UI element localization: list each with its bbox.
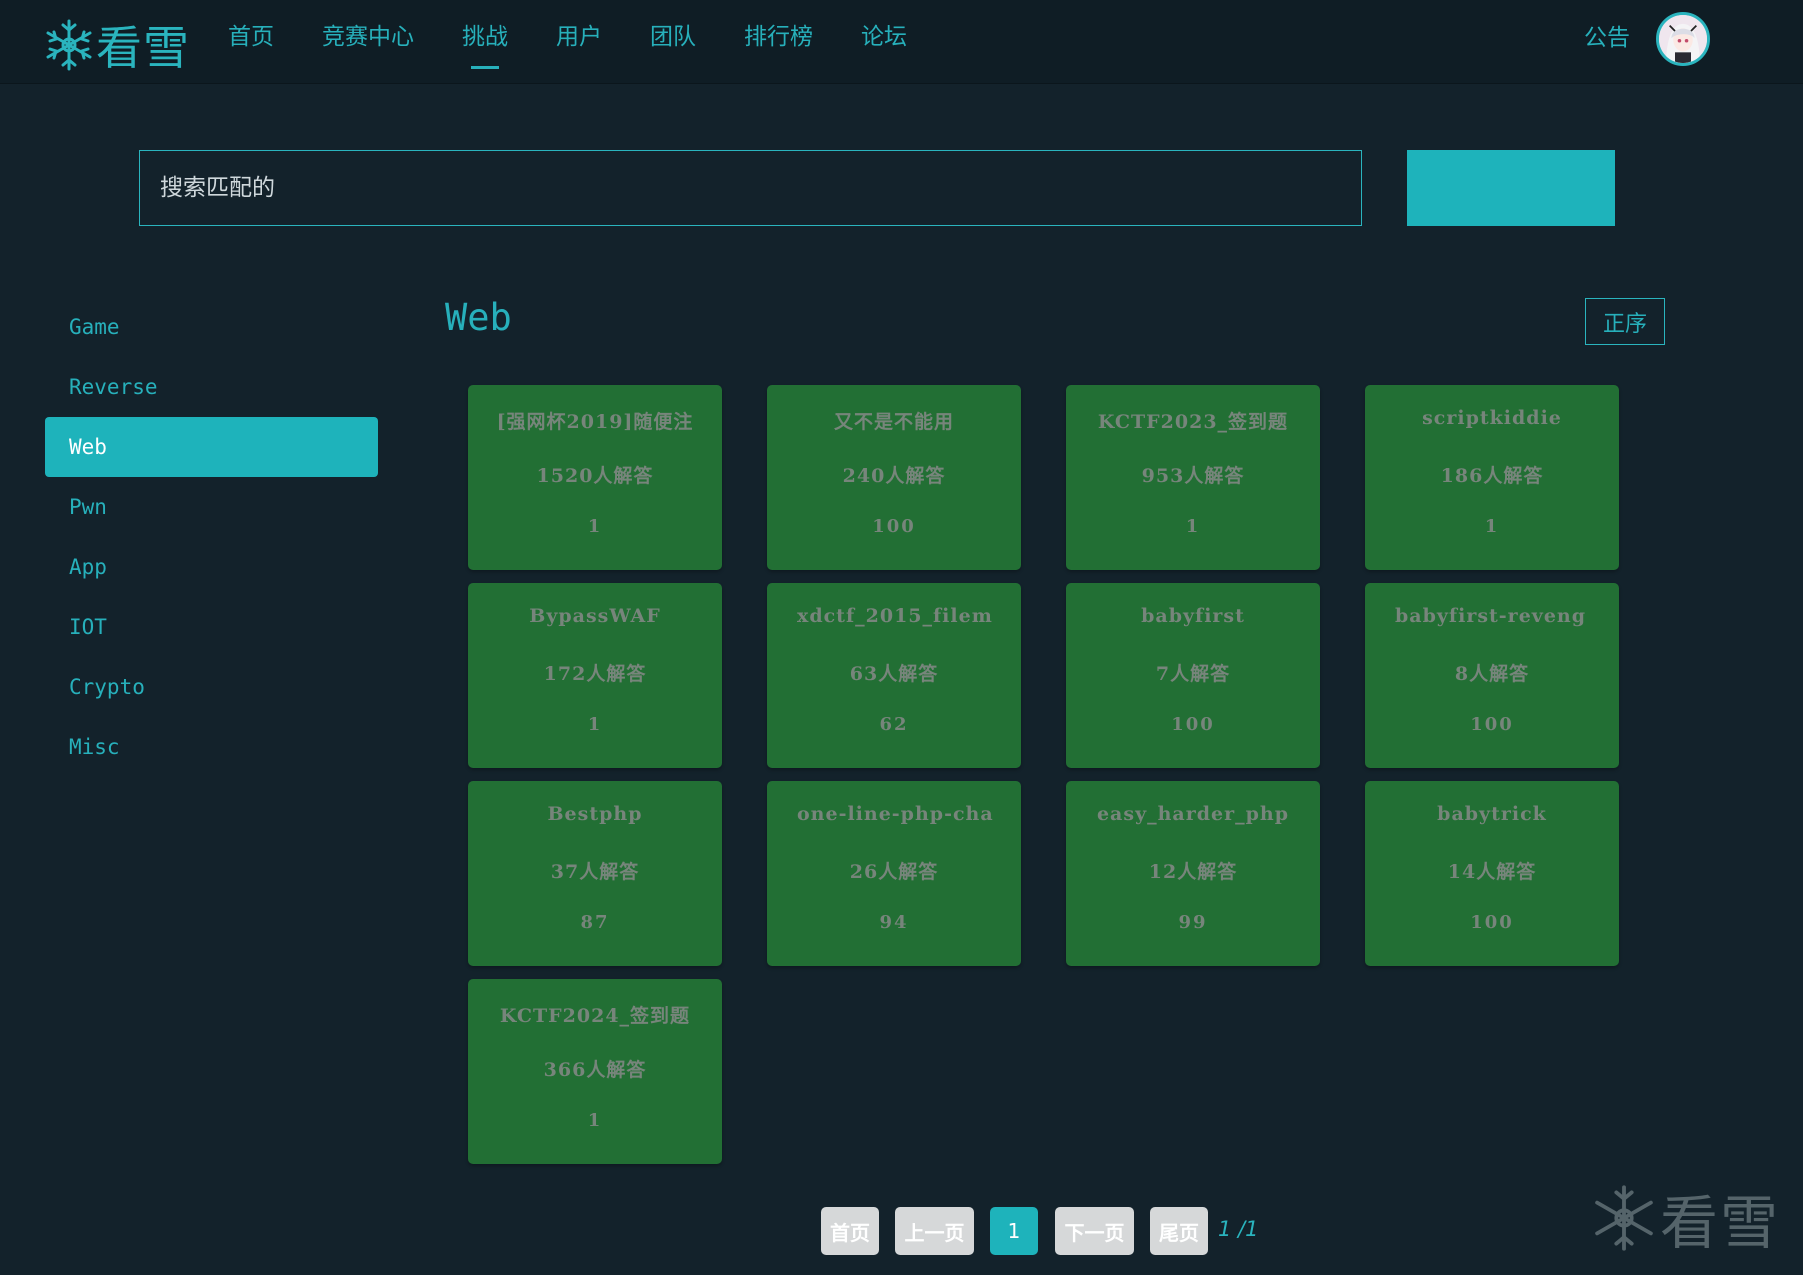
snowflake-icon bbox=[46, 19, 92, 71]
challenge-score: 100 bbox=[1470, 912, 1514, 933]
challenge-solves: 8人解答 bbox=[1454, 663, 1530, 685]
logo-text: 看雪 bbox=[96, 21, 190, 75]
challenge-solves: 12人解答 bbox=[1148, 861, 1238, 883]
nav-item-1[interactable]: 竞赛中心 bbox=[322, 0, 414, 84]
challenge-title: scriptkiddie bbox=[1422, 407, 1562, 429]
first-page-button[interactable]: 首页 bbox=[821, 1207, 879, 1255]
challenge-solves: 1520人解答 bbox=[536, 465, 654, 487]
challenge-score: 62 bbox=[879, 714, 909, 735]
search-button[interactable] bbox=[1407, 150, 1615, 226]
challenge-score: 94 bbox=[879, 912, 909, 933]
challenge-score: 1 bbox=[587, 516, 603, 537]
site-logo[interactable]: 看雪 bbox=[44, 12, 190, 78]
challenge-title: babytrick bbox=[1437, 803, 1547, 825]
challenge-title: babyfirst bbox=[1141, 605, 1245, 627]
section-title: Web bbox=[445, 296, 512, 339]
current-page-button[interactable]: 1 bbox=[990, 1207, 1038, 1255]
challenge-solves: 37人解答 bbox=[550, 861, 640, 883]
challenge-solves: 7人解答 bbox=[1155, 663, 1231, 685]
search-input[interactable] bbox=[139, 150, 1362, 226]
sidebar-item-app[interactable]: App bbox=[45, 537, 378, 597]
challenge-title: [强网杯2019]随便注 bbox=[496, 411, 694, 433]
challenge-solves: 172人解答 bbox=[543, 663, 647, 685]
nav-item-2[interactable]: 挑战 bbox=[462, 0, 508, 84]
challenge-card[interactable]: Bestphp 37人解答 87 bbox=[468, 781, 722, 966]
challenge-score: 99 bbox=[1178, 912, 1208, 933]
sidebar-item-iot[interactable]: IOT bbox=[45, 597, 378, 657]
challenge-title: BypassWAF bbox=[529, 605, 661, 627]
last-page-button[interactable]: 尾页 bbox=[1150, 1207, 1208, 1255]
challenge-card[interactable]: BypassWAF 172人解答 1 bbox=[468, 583, 722, 768]
sidebar-item-misc[interactable]: Misc bbox=[45, 717, 378, 777]
challenge-title: KCTF2024_签到题 bbox=[499, 1005, 691, 1027]
sidebar-item-reverse[interactable]: Reverse bbox=[45, 357, 378, 417]
challenge-solves: 26人解答 bbox=[849, 861, 939, 883]
challenge-solves: 14人解答 bbox=[1447, 861, 1537, 883]
challenge-solves: 953人解答 bbox=[1141, 465, 1245, 487]
challenge-card[interactable]: easy_harder_php 12人解答 99 bbox=[1066, 781, 1320, 966]
snowflake-icon bbox=[1595, 1185, 1653, 1251]
sidebar-item-crypto[interactable]: Crypto bbox=[45, 657, 378, 717]
challenge-score: 1 bbox=[587, 1110, 603, 1131]
challenge-title: xdctf_2015_filem bbox=[797, 605, 993, 627]
challenge-title: KCTF2023_签到题 bbox=[1097, 411, 1289, 433]
challenge-card[interactable]: KCTF2024_签到题 366人解答 1 bbox=[468, 979, 722, 1164]
nav-item-0[interactable]: 首页 bbox=[228, 0, 274, 84]
nav-item-4[interactable]: 团队 bbox=[650, 0, 696, 84]
challenge-card[interactable]: KCTF2023_签到题 953人解答 1 bbox=[1066, 385, 1320, 570]
nav-item-3[interactable]: 用户 bbox=[556, 0, 602, 84]
challenge-card[interactable]: babytrick 14人解答 100 bbox=[1365, 781, 1619, 966]
prev-page-button[interactable]: 上一页 bbox=[895, 1207, 974, 1255]
sort-order-button[interactable]: 正序 bbox=[1585, 298, 1665, 345]
sidebar-item-web[interactable]: Web bbox=[45, 417, 378, 477]
avatar-image bbox=[1659, 15, 1707, 63]
challenge-solves: 240人解答 bbox=[842, 465, 946, 487]
challenge-card[interactable]: 又不是不能用 240人解答 100 bbox=[767, 385, 1021, 570]
nav-item-6[interactable]: 论坛 bbox=[861, 0, 907, 84]
challenge-card[interactable]: xdctf_2015_filem 63人解答 62 bbox=[767, 583, 1021, 768]
challenge-solves: 366人解答 bbox=[543, 1059, 647, 1081]
main-nav: 首页 竞赛中心 挑战 用户 团队 排行榜 论坛 bbox=[228, 0, 955, 84]
page-info: 1 /1 bbox=[1218, 1217, 1259, 1241]
challenge-card[interactable]: babyfirst 7人解答 100 bbox=[1066, 583, 1320, 768]
challenge-card[interactable]: one-line-php-cha 26人解答 94 bbox=[767, 781, 1021, 966]
nav-item-5[interactable]: 排行榜 bbox=[744, 0, 813, 84]
watermark-logo: 看雪 bbox=[1592, 1176, 1780, 1260]
challenge-score: 100 bbox=[872, 516, 916, 537]
sidebar-item-game[interactable]: Game bbox=[45, 297, 378, 357]
challenge-title: 又不是不能用 bbox=[833, 411, 954, 433]
challenge-solves: 186人解答 bbox=[1440, 465, 1544, 487]
challenge-title: easy_harder_php bbox=[1096, 803, 1290, 825]
avatar[interactable] bbox=[1656, 12, 1710, 66]
challenge-title: one-line-php-cha bbox=[797, 803, 994, 825]
challenge-card[interactable]: scriptkiddie 186人解答 1 bbox=[1365, 385, 1619, 570]
challenge-score: 1 bbox=[587, 714, 603, 735]
category-sidebar: Game Reverse Web Pwn App IOT Crypto Misc bbox=[45, 297, 378, 777]
challenge-solves: 63人解答 bbox=[849, 663, 939, 685]
challenge-card[interactable]: [强网杯2019]随便注 1520人解答 1 bbox=[468, 385, 722, 570]
challenge-title: Bestphp bbox=[547, 803, 643, 825]
sidebar-item-pwn[interactable]: Pwn bbox=[45, 477, 378, 537]
challenge-score: 87 bbox=[580, 912, 610, 933]
challenge-score: 100 bbox=[1171, 714, 1215, 735]
challenge-score: 100 bbox=[1470, 714, 1514, 735]
challenge-title: babyfirst-reveng bbox=[1395, 605, 1587, 627]
challenge-card[interactable]: babyfirst-reveng 8人解答 100 bbox=[1365, 583, 1619, 768]
challenge-score: 1 bbox=[1185, 516, 1201, 537]
notice-link[interactable]: 公告 bbox=[1584, 18, 1630, 52]
top-navbar: 看雪 首页 竞赛中心 挑战 用户 团队 排行榜 论坛 公告 bbox=[0, 0, 1803, 84]
next-page-button[interactable]: 下一页 bbox=[1055, 1207, 1134, 1255]
watermark-text: 看雪 bbox=[1660, 1189, 1781, 1257]
challenge-score: 1 bbox=[1484, 516, 1500, 537]
